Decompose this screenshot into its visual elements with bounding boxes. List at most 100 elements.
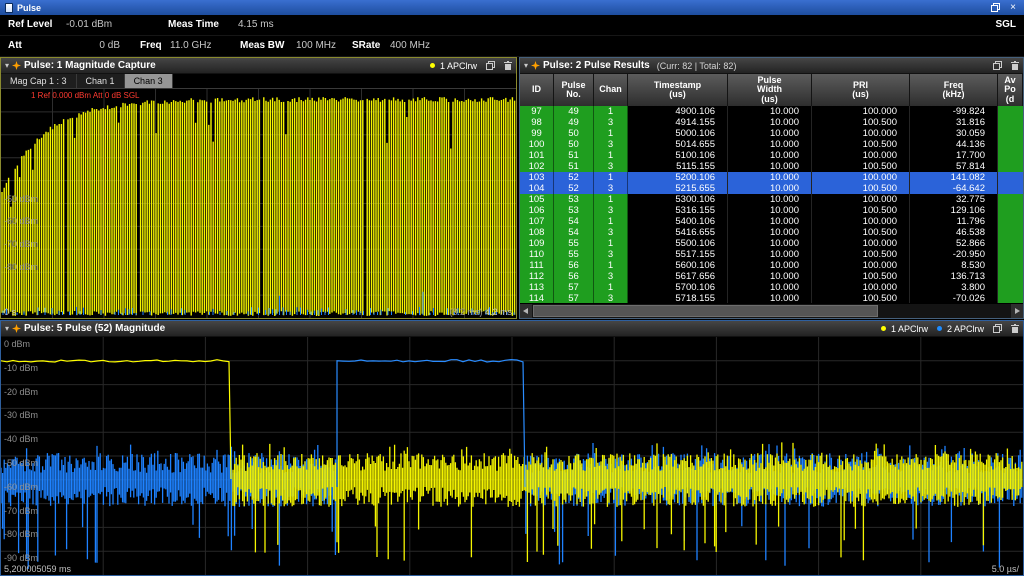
cell[interactable]: 100.500 [812,205,910,216]
cell[interactable] [998,293,1023,303]
cell[interactable]: 10.000 [728,139,812,150]
cell[interactable]: 3 [594,249,628,260]
cell[interactable]: 129.106 [910,205,998,216]
cell[interactable]: 5416.655 [628,227,728,238]
table-row[interactable]: 1085435416.65510.000100.50046.538 [520,227,1023,238]
cell[interactable]: 1 [594,150,628,161]
column-header[interactable]: PulseNo. [554,74,594,106]
cell[interactable] [998,282,1023,293]
column-header[interactable]: AvPo(d [998,74,1023,106]
table-row[interactable]: 1015115100.10610.000100.00017.700 [520,150,1023,161]
cell[interactable]: 10.000 [728,216,812,227]
cell[interactable]: 1 [594,238,628,249]
cell[interactable]: 114 [520,293,554,303]
cell[interactable]: 3 [594,271,628,282]
cell[interactable]: 1 [594,172,628,183]
cell[interactable]: 99 [520,128,554,139]
cell[interactable]: 103 [520,172,554,183]
cell[interactable]: 5115.155 [628,161,728,172]
cell[interactable]: 57.814 [910,161,998,172]
table-row[interactable]: 1075415400.10610.000100.00011.796 [520,216,1023,227]
cell[interactable]: 57 [554,282,594,293]
cell[interactable]: 3 [594,161,628,172]
cell[interactable]: 10.000 [728,205,812,216]
cell[interactable]: 3 [594,293,628,303]
horizontal-scrollbar[interactable] [520,303,1023,318]
cell[interactable]: 141.082 [910,172,998,183]
table-row[interactable]: 1095515500.10610.000100.00052.866 [520,238,1023,249]
cell[interactable]: 51 [554,150,594,161]
cell[interactable]: 10.000 [728,227,812,238]
undock-panel-icon[interactable] [993,324,1002,333]
table-row[interactable]: 995015000.10610.000100.00030.059 [520,128,1023,139]
cell[interactable]: 10.000 [728,260,812,271]
cell[interactable] [998,194,1023,205]
cell[interactable]: 46.538 [910,227,998,238]
cell[interactable] [998,260,1023,271]
cell[interactable]: 5617.656 [628,271,728,282]
cell[interactable] [998,117,1023,128]
table-row[interactable]: 1045235215.65510.000100.500-64.642 [520,183,1023,194]
cell[interactable] [998,172,1023,183]
cell[interactable]: 10.000 [728,271,812,282]
cell[interactable]: 100.000 [812,150,910,161]
column-header[interactable]: ID [520,74,554,106]
cell[interactable]: 10.000 [728,238,812,249]
cell[interactable]: 1 [594,194,628,205]
ref-level-value[interactable]: -0.01 dBm [66,19,112,30]
cell[interactable]: 100.500 [812,271,910,282]
capture-panel-titlebar[interactable]: ▾ Pulse: 1 Magnitude Capture 1 APClrw [1,58,516,74]
cell[interactable]: 53 [554,194,594,205]
cell[interactable]: 100.000 [812,106,910,117]
cell[interactable] [998,216,1023,227]
cell[interactable] [998,238,1023,249]
table-row[interactable]: 1105535517.15510.000100.500-20.950 [520,249,1023,260]
cell[interactable]: 100.500 [812,183,910,194]
cell[interactable]: 1 [594,216,628,227]
cell[interactable]: 4900.106 [628,106,728,117]
table-row[interactable]: 974914900.10610.000100.000-99.824 [520,106,1023,117]
tab-mag-cap-1-3[interactable]: Mag Cap 1 : 3 [1,74,77,88]
cell[interactable]: 5517.155 [628,249,728,260]
cell[interactable]: -64.642 [910,183,998,194]
chevron-down-icon[interactable]: ▾ [524,62,528,70]
cell[interactable]: 107 [520,216,554,227]
cell[interactable]: 5014.655 [628,139,728,150]
cell[interactable]: 49 [554,106,594,117]
cell[interactable]: 10.000 [728,172,812,183]
cell[interactable]: 101 [520,150,554,161]
cell[interactable]: 111 [520,260,554,271]
cell[interactable] [998,150,1023,161]
capture-plot[interactable]: 1 Ref 0.000 dBm Att 0 dB SGL -50 dBm-60 … [1,89,516,318]
table-row[interactable]: 1135715700.10610.000100.0003.800 [520,282,1023,293]
undock-panel-icon[interactable] [993,61,1002,70]
cell[interactable]: 10.000 [728,194,812,205]
cell[interactable]: 5700.106 [628,282,728,293]
cell[interactable]: 113 [520,282,554,293]
table-row[interactable]: 1065335316.15510.000100.500129.106 [520,205,1023,216]
cell[interactable]: 3.800 [910,282,998,293]
cell[interactable]: 5500.106 [628,238,728,249]
cell[interactable]: 5000.106 [628,128,728,139]
cell[interactable]: 100.000 [812,238,910,249]
cell[interactable]: 97 [520,106,554,117]
pulse-panel-titlebar[interactable]: ▾ Pulse: 5 Pulse (52) Magnitude 1 APClrw… [1,321,1023,337]
table-row[interactable]: 1145735718.15510.000100.500-70.026 [520,293,1023,303]
cell[interactable]: 56 [554,271,594,282]
table-row[interactable]: 1125635617.65610.000100.500136.713 [520,271,1023,282]
meas-bw-value[interactable]: 100 MHz [296,40,336,51]
scroll-left-arrow[interactable] [520,304,532,318]
srate-value[interactable]: 400 MHz [390,40,430,51]
cell[interactable]: 4914.155 [628,117,728,128]
cell[interactable] [998,139,1023,150]
cell[interactable]: 54 [554,227,594,238]
cell[interactable]: 98 [520,117,554,128]
cell[interactable]: 5316.155 [628,205,728,216]
cell[interactable]: 108 [520,227,554,238]
scrollbar-thumb[interactable] [533,305,878,317]
cell[interactable]: 56 [554,260,594,271]
cell[interactable]: 100.500 [812,161,910,172]
cell[interactable]: 5600.106 [628,260,728,271]
cell[interactable]: 136.713 [910,271,998,282]
freq-value[interactable]: 11.0 GHz [170,40,212,51]
